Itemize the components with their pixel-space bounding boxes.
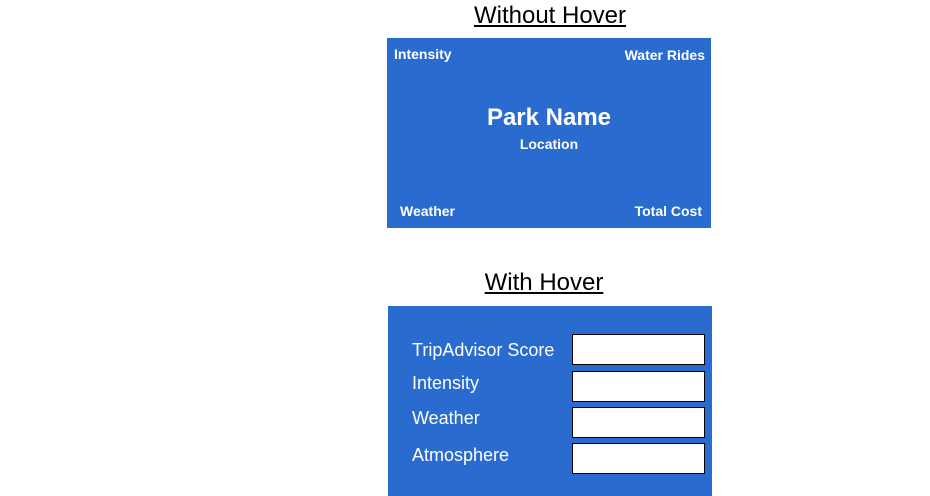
intensity-value-box	[572, 371, 705, 402]
with-hover-title: With Hover	[484, 269, 604, 296]
weather-label: Weather	[400, 203, 455, 219]
park-card-hover[interactable]: TripAdvisor Score Intensity Weather Atmo…	[388, 306, 712, 496]
weather-value-box	[572, 407, 705, 438]
intensity-label: Intensity	[394, 46, 452, 62]
tripadvisor-score-value-box	[572, 334, 705, 365]
weather-row-label: Weather	[412, 408, 480, 428]
park-card-default[interactable]: Intensity Water Rides Park Name Location…	[387, 38, 711, 228]
total-cost-label: Total Cost	[634, 203, 702, 219]
without-hover-title: Without Hover	[473, 2, 627, 29]
intensity-row-label: Intensity	[412, 373, 480, 393]
park-name: Park Name	[486, 104, 612, 131]
tripadvisor-score-label: TripAdvisor Score	[412, 340, 555, 360]
atmosphere-value-box	[572, 443, 705, 474]
atmosphere-row-label: Atmosphere	[412, 445, 510, 465]
water-rides-label: Water Rides	[624, 47, 705, 63]
park-location: Location	[519, 136, 579, 152]
